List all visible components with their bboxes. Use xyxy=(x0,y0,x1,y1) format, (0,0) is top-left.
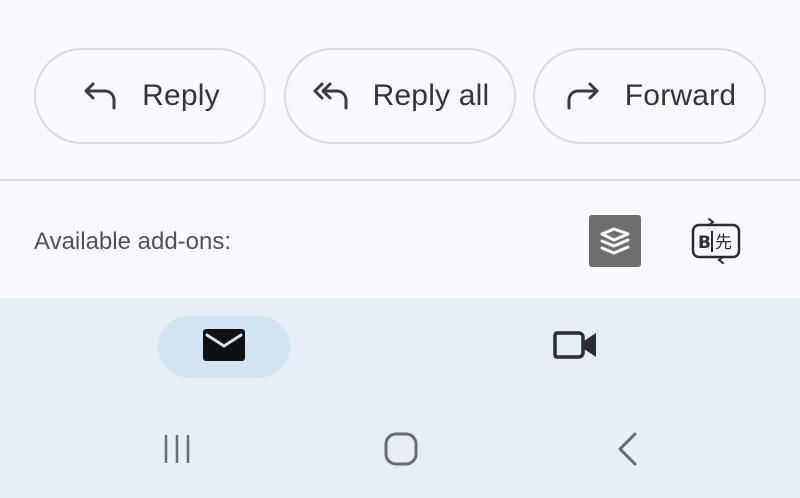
mail-tab[interactable] xyxy=(158,316,290,378)
home-icon xyxy=(383,431,419,472)
reply-icon xyxy=(80,76,120,116)
addons-section: Available add-ons: B 先 xyxy=(0,181,800,298)
forward-label: Forward xyxy=(624,79,737,112)
translate-addon-icon[interactable]: B 先 xyxy=(690,215,742,267)
reply-all-button[interactable]: Reply all xyxy=(284,48,516,144)
reply-button[interactable]: Reply xyxy=(34,48,266,144)
svg-text:先: 先 xyxy=(715,233,732,253)
mail-icon xyxy=(202,328,246,367)
back-icon xyxy=(615,431,639,472)
forward-icon xyxy=(563,76,603,116)
svg-text:B: B xyxy=(698,233,711,253)
video-camera-icon xyxy=(553,327,599,368)
layers-addon-icon[interactable] xyxy=(589,215,641,267)
back-button[interactable] xyxy=(602,430,652,472)
reply-label: Reply xyxy=(142,79,220,112)
message-actions: Reply Reply all Forward xyxy=(0,0,800,180)
reply-all-label: Reply all xyxy=(372,79,490,112)
home-button[interactable] xyxy=(376,430,426,472)
forward-button[interactable]: Forward xyxy=(533,48,766,144)
addons-label: Available add-ons: xyxy=(34,228,232,255)
reply-all-icon xyxy=(311,76,351,116)
recents-icon xyxy=(161,433,193,470)
recents-button[interactable] xyxy=(152,430,202,472)
meet-tab[interactable] xyxy=(546,323,606,371)
